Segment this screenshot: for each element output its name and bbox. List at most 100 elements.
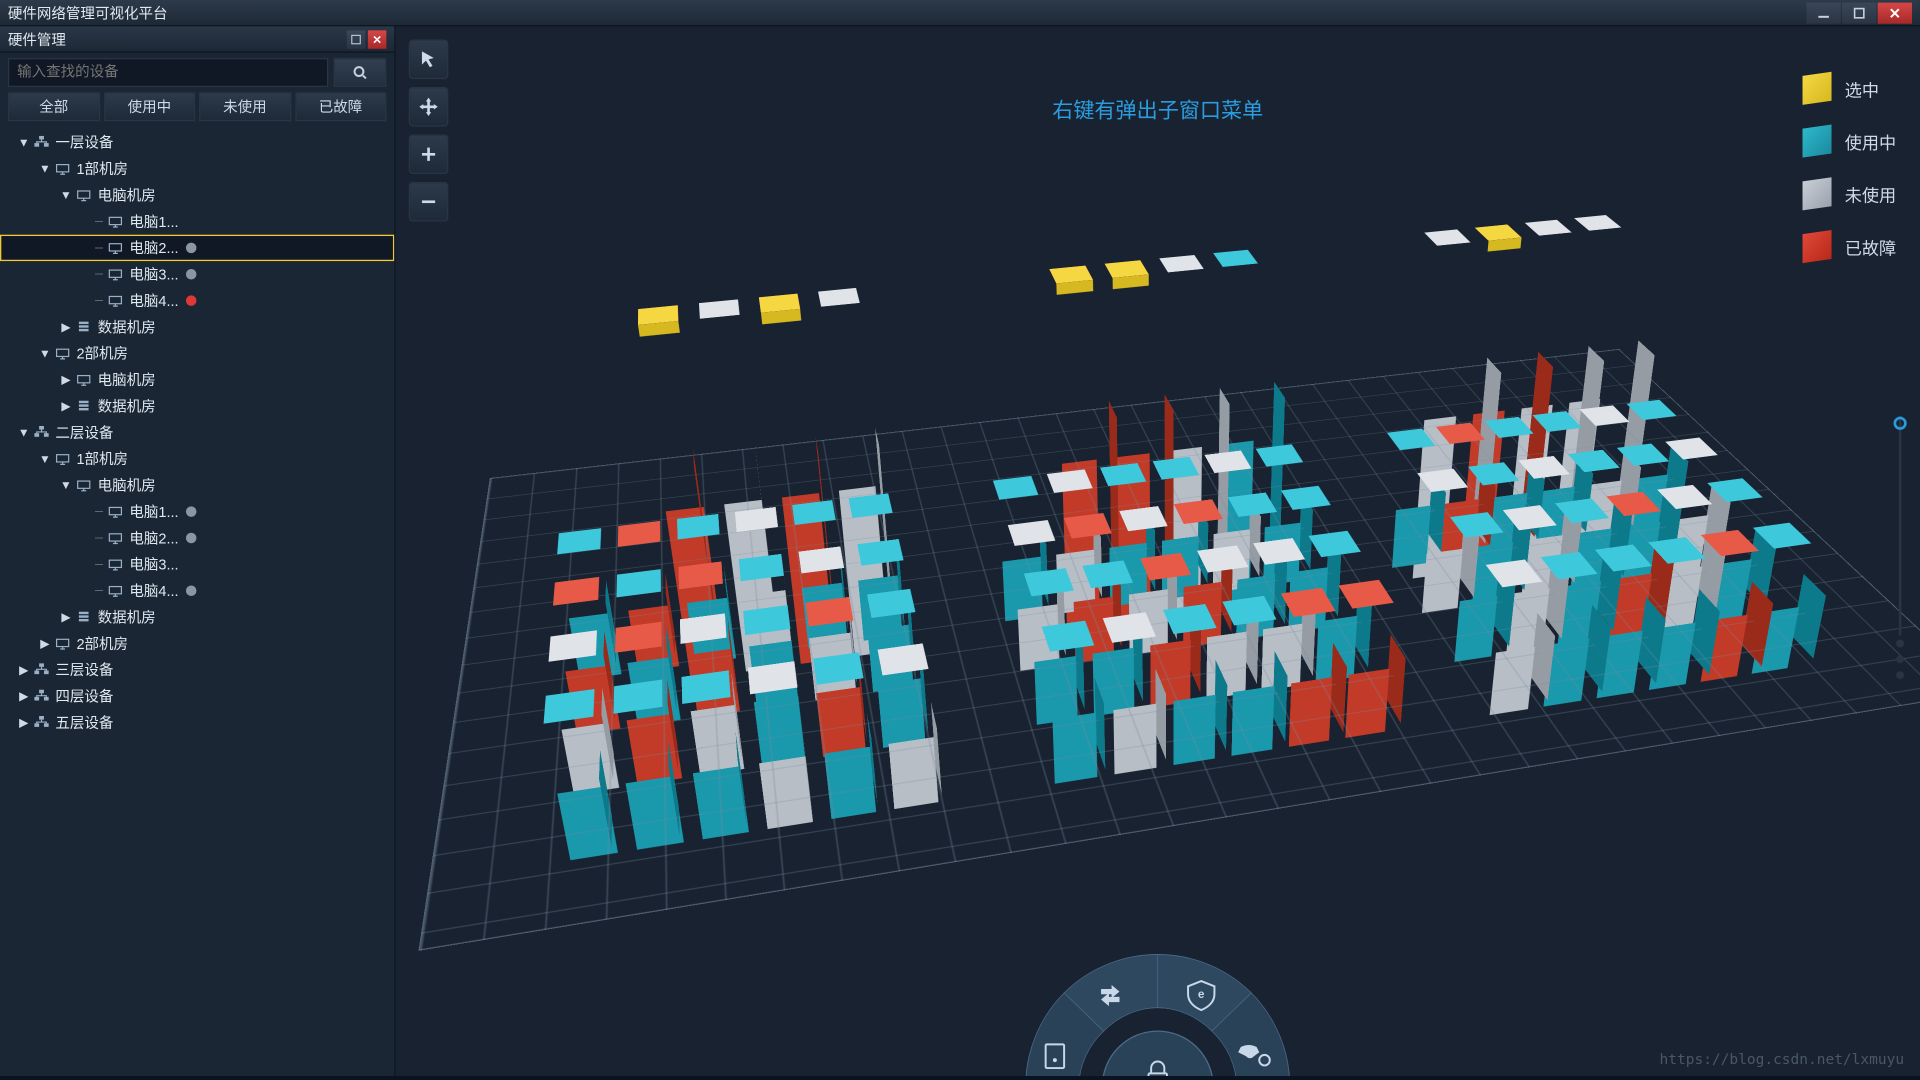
tree-row[interactable]: ▼电脑机房 — [0, 182, 394, 208]
chevron-right-icon[interactable]: ▶ — [37, 636, 53, 652]
tree-row[interactable]: ▼电脑机房 — [0, 472, 394, 498]
tree-row[interactable]: –电脑2... — [0, 235, 394, 261]
tree-row[interactable]: –电脑4... — [0, 287, 394, 313]
viewport-toolbar — [409, 40, 449, 222]
tree-row[interactable]: ▶数据机房 — [0, 604, 394, 630]
titlebar: 硬件网络管理可视化平台 — [0, 0, 1920, 26]
tree-label: 1部机房 — [76, 158, 128, 179]
tree-row[interactable]: ▶ 五层设备 — [0, 709, 394, 735]
tool-zoom-in[interactable] — [409, 134, 449, 174]
tree-label: 电脑2... — [129, 237, 178, 258]
tree-label: 电脑3... — [129, 264, 178, 285]
tree-row[interactable]: –电脑3... — [0, 551, 394, 577]
tree-row[interactable]: ▼ 1部机房 — [0, 156, 394, 182]
tree-label: 三层设备 — [55, 659, 113, 680]
org-icon — [32, 135, 50, 150]
chevron-down-icon[interactable]: ▼ — [37, 161, 53, 177]
tree-row[interactable]: ▶ 数据机房 — [0, 393, 394, 419]
tree-label: 电脑1... — [129, 501, 178, 522]
tree-label: 五层设备 — [55, 712, 113, 733]
chevron-right-icon[interactable]: ▶ — [58, 372, 74, 388]
status-dot-icon — [186, 533, 197, 544]
chevron-right-icon[interactable]: ▶ — [58, 319, 74, 335]
pc-icon — [106, 531, 124, 546]
status-dot-icon — [186, 269, 197, 280]
tree-label: 2部机房 — [76, 343, 128, 364]
host-icon — [53, 452, 71, 467]
tree-row[interactable]: ▼二层设备 — [0, 419, 394, 445]
host-icon — [53, 162, 71, 177]
search-button[interactable] — [334, 58, 387, 87]
legend-inuse: 使用中 — [1803, 127, 1897, 156]
tree-row[interactable]: ▼ 1部机房 — [0, 446, 394, 472]
slider-knob[interactable] — [1894, 417, 1907, 430]
chevron-down-icon[interactable]: ▼ — [58, 477, 74, 493]
chevron-down-icon[interactable]: ▼ — [37, 451, 53, 467]
pc-icon — [106, 557, 124, 572]
slider-stop — [1896, 671, 1904, 679]
floor-grid — [418, 348, 1920, 950]
tree-row[interactable]: ▶ 四层设备 — [0, 683, 394, 709]
tree-label: 电脑4... — [129, 580, 178, 601]
tree-row[interactable]: –电脑1... — [0, 498, 394, 524]
tree-row[interactable]: ▶ 三层设备 — [0, 657, 394, 683]
tree-row[interactable]: –电脑3... — [0, 261, 394, 287]
tree-label: 一层设备 — [55, 132, 113, 153]
tree-row[interactable]: ▶数据机房 — [0, 314, 394, 340]
chevron-right-icon[interactable]: ▶ — [58, 609, 74, 625]
tree-label: 四层设备 — [55, 686, 113, 707]
chevron-right-icon[interactable]: ▶ — [16, 715, 32, 731]
filter-all-button[interactable]: 全部 — [8, 92, 100, 121]
pc-icon — [106, 293, 124, 308]
tool-zoom-out[interactable] — [409, 182, 449, 222]
right-slider[interactable] — [1891, 419, 1909, 683]
window-maximize-button[interactable] — [1842, 2, 1876, 23]
panel-minimize-button[interactable] — [347, 30, 365, 48]
cube-icon — [1803, 127, 1832, 156]
tree-row[interactable]: –电脑1... — [0, 208, 394, 234]
radial-dock[interactable]: e — [1006, 928, 1309, 1076]
tree-row[interactable]: ▼ 2部机房 — [0, 340, 394, 366]
pc-icon — [106, 504, 124, 519]
filter-fault-button[interactable]: 已故障 — [295, 92, 387, 121]
org-icon — [32, 663, 50, 678]
svg-text:e: e — [1198, 987, 1205, 1001]
app-title: 硬件网络管理可视化平台 — [8, 2, 168, 23]
status-dot-icon — [186, 506, 197, 517]
chevron-right-icon[interactable]: ▶ — [16, 688, 32, 704]
chevron-right-icon[interactable]: ▶ — [16, 662, 32, 678]
window-minimize-button[interactable] — [1806, 2, 1840, 23]
search-input[interactable] — [8, 58, 328, 87]
tree-row[interactable]: ▶2部机房 — [0, 630, 394, 656]
panel-title: 硬件管理 — [8, 28, 66, 49]
chevron-down-icon[interactable]: ▼ — [58, 187, 74, 203]
panel-close-button[interactable] — [368, 30, 386, 48]
tree-row[interactable]: ▼ 一层设备 — [0, 129, 394, 155]
search-icon — [352, 65, 368, 81]
db-icon — [74, 610, 92, 625]
tree-row[interactable]: –电脑4... — [0, 578, 394, 604]
tree-label: 1部机房 — [76, 448, 128, 469]
status-dot-icon — [186, 295, 197, 306]
chevron-down-icon[interactable]: ▼ — [16, 134, 32, 150]
tree-label: 数据机房 — [98, 396, 156, 417]
chevron-right-icon[interactable]: ▶ — [58, 398, 74, 414]
chevron-down-icon[interactable]: ▼ — [16, 425, 32, 441]
filter-unused-button[interactable]: 未使用 — [199, 92, 291, 121]
tool-pan[interactable] — [409, 87, 449, 127]
hint-text: 右键有弹出子窗口菜单 — [1052, 92, 1263, 124]
pc-icon — [106, 583, 124, 598]
cube-icon — [1803, 74, 1832, 103]
status-dot-icon — [186, 243, 197, 254]
tree-row[interactable]: –电脑2... — [0, 525, 394, 551]
device-tree[interactable]: ▼一层设备▼1部机房▼电脑机房–电脑1...–电脑2...–电脑3...–电脑4… — [0, 127, 394, 1076]
watermark: https://blog.csdn.net/lxmuyu — [1660, 1051, 1905, 1068]
viewport-3d[interactable]: 右键有弹出子窗口菜单 选中 使用中 未使用 已故障 — [396, 26, 1920, 1076]
tool-select[interactable] — [409, 40, 449, 80]
tree-row[interactable]: ▶电脑机房 — [0, 367, 394, 393]
org-icon — [32, 689, 50, 704]
legend-selected: 选中 — [1803, 74, 1897, 103]
window-close-button[interactable] — [1878, 2, 1912, 23]
chevron-down-icon[interactable]: ▼ — [37, 345, 53, 361]
filter-inuse-button[interactable]: 使用中 — [104, 92, 196, 121]
